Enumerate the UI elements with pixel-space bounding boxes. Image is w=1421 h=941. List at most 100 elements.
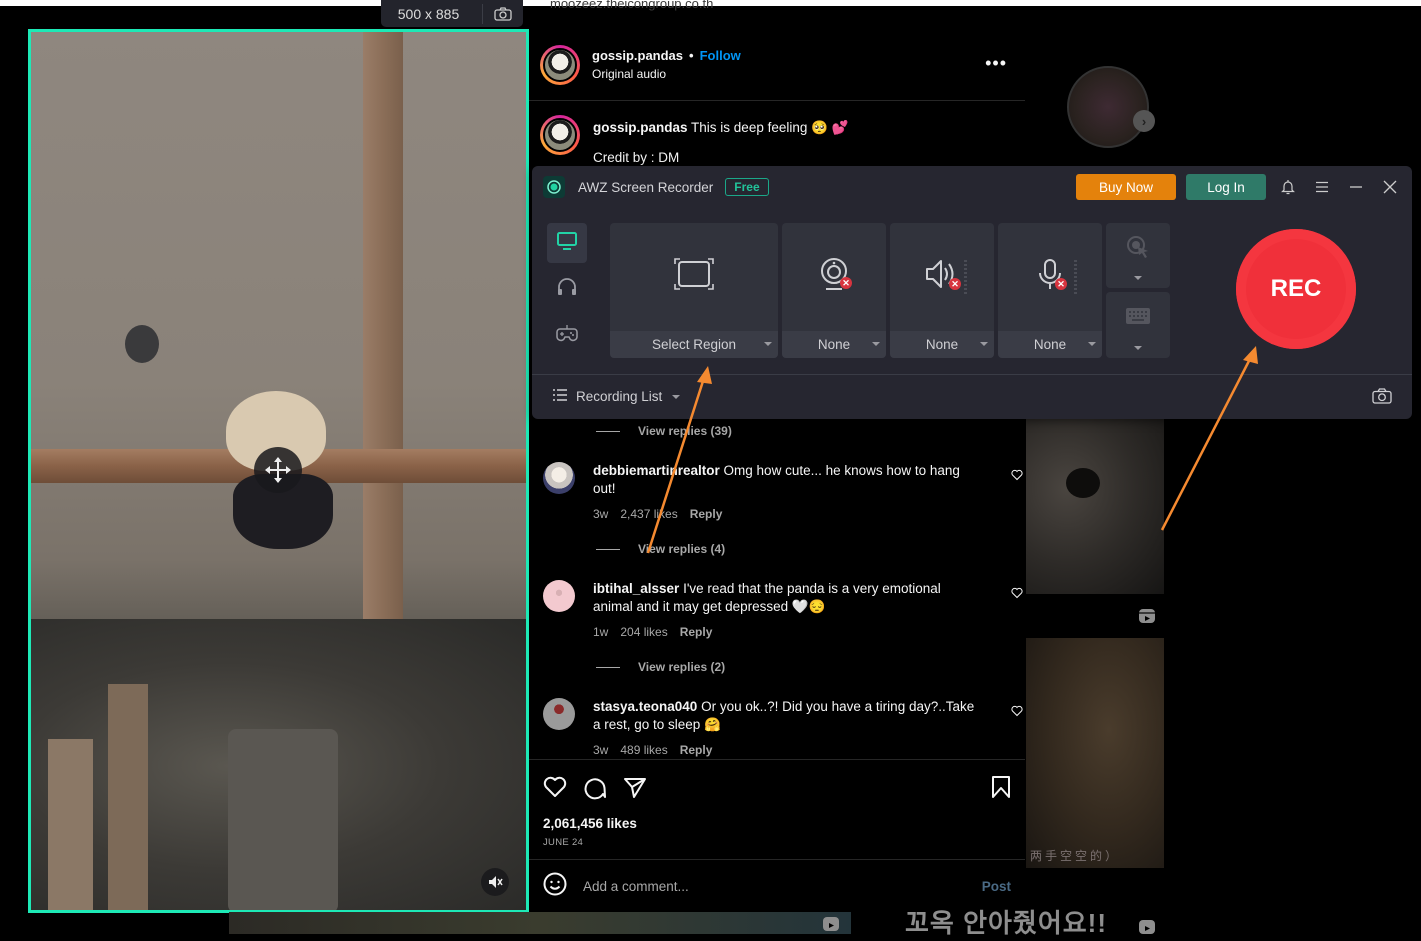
app-title: AWZ Screen Recorder [578, 179, 714, 195]
menu-icon[interactable] [1312, 177, 1332, 197]
region-label: Select Region [651, 337, 737, 352]
comment-age[interactable]: 1w [593, 623, 608, 641]
chevron-down-icon [764, 342, 772, 346]
log-in-button[interactable]: Log In [1186, 174, 1266, 200]
post-username[interactable]: gossip.pandas [592, 48, 683, 63]
reel-thumbnail[interactable] [1026, 418, 1164, 594]
recorder-window: AWZ Screen Recorder Free Buy Now Log In [532, 166, 1412, 419]
reel-thumbnail[interactable]: 两手空空的） [1026, 638, 1164, 868]
microphone-label: None [1033, 337, 1067, 352]
more-options-icon[interactable]: ••• [985, 53, 1007, 74]
like-comment-heart-icon[interactable] [1011, 462, 1023, 523]
video-stump [228, 729, 338, 913]
muted-speaker-icon[interactable] [481, 868, 509, 896]
video-fence [48, 739, 93, 913]
reply-button[interactable]: Reply [680, 741, 713, 759]
avatar[interactable] [540, 115, 580, 155]
chevron-right-icon[interactable]: › [1133, 110, 1155, 132]
rec-button[interactable]: REC [1236, 229, 1356, 349]
separator-dot: • [689, 48, 694, 63]
like-heart-icon[interactable] [543, 776, 567, 805]
avatar[interactable] [540, 44, 580, 85]
reel-thumbnail-row[interactable] [229, 912, 851, 934]
speaker-icon: ✕ [925, 258, 961, 295]
chevron-down-icon [672, 394, 681, 399]
region-dropdown[interactable]: Select Region [610, 331, 778, 358]
close-icon[interactable] [1380, 177, 1400, 197]
buy-now-button[interactable]: Buy Now [1076, 174, 1176, 200]
view-replies-button[interactable]: View replies (39) [596, 424, 732, 438]
thumbnail-caption: 两手空空的） [1030, 849, 1121, 863]
story-thumbnail[interactable] [1067, 66, 1149, 148]
comment-likes[interactable]: 2,437 likes [620, 505, 677, 523]
capture-dimensions-bar: 500 x 885 [381, 0, 523, 27]
post-date[interactable]: JUNE 24 [543, 837, 583, 848]
camera-icon[interactable] [483, 6, 523, 21]
reel-icon [822, 915, 840, 938]
system-audio-dropdown[interactable]: None [890, 331, 994, 358]
post-comment-button[interactable]: Post [982, 879, 1011, 894]
webcam-dropdown[interactable]: None [782, 331, 886, 358]
minimize-icon[interactable] [1346, 177, 1366, 197]
microphone-icon: ✕ [1037, 258, 1067, 295]
chevron-down-icon [1088, 342, 1096, 346]
add-comment-input[interactable] [583, 879, 982, 894]
post-header: gossip.pandas • Follow Original audio ••… [529, 29, 1025, 101]
chevron-down-icon[interactable] [1134, 276, 1142, 280]
avatar[interactable] [543, 698, 575, 730]
avatar[interactable] [543, 580, 575, 612]
avatar[interactable] [543, 462, 575, 494]
select-region-card[interactable]: Select Region [610, 223, 778, 358]
bell-icon[interactable] [1278, 177, 1298, 197]
caption-username[interactable]: gossip.pandas [593, 120, 688, 135]
system-audio-card[interactable]: ✕ None [890, 223, 994, 358]
view-replies-label: View replies (2) [638, 660, 726, 674]
microphone-dropdown[interactable]: None [998, 331, 1102, 358]
like-comment-heart-icon[interactable] [1011, 698, 1023, 759]
comment-bubble-icon[interactable] [583, 776, 607, 805]
view-replies-button[interactable]: View replies (4) [596, 542, 725, 556]
bookmark-icon[interactable] [991, 776, 1011, 803]
cursor-effect-button[interactable] [1106, 223, 1170, 288]
audio-label[interactable]: Original audio [592, 67, 741, 81]
reply-button[interactable]: Reply [680, 623, 713, 641]
divider [532, 374, 1412, 375]
reply-button[interactable]: Reply [690, 505, 723, 523]
disabled-x-icon: ✕ [949, 278, 961, 290]
follow-button[interactable]: Follow [700, 48, 741, 63]
comment-item: stasya.teona040 Or you ok..?! Did you ha… [543, 698, 1023, 759]
webcam-card[interactable]: ✕ None [782, 223, 886, 358]
mode-audio[interactable] [547, 269, 587, 309]
comment-username[interactable]: ibtihal_alsser [593, 581, 679, 596]
keystroke-button[interactable] [1106, 292, 1170, 358]
comment-age[interactable]: 3w [593, 505, 608, 523]
view-replies-button[interactable]: View replies (2) [596, 660, 725, 674]
webcam-icon: ✕ [818, 257, 852, 296]
comment-likes[interactable]: 204 likes [620, 623, 667, 641]
mode-sidebar [547, 223, 587, 361]
recording-list-label: Recording List [576, 389, 663, 404]
likes-count[interactable]: 2,061,456 likes [543, 816, 637, 831]
thumbnail-text: 꼬옥 안아줬어요!! [905, 908, 1107, 938]
share-paper-plane-icon[interactable] [623, 776, 647, 805]
recording-list-button[interactable]: Recording List [552, 388, 681, 405]
comment-age[interactable]: 3w [593, 741, 608, 759]
keyboard-icon [1126, 308, 1150, 329]
mode-game[interactable] [547, 315, 587, 355]
disabled-x-icon: ✕ [840, 277, 852, 289]
comment-username[interactable]: debbiemartinrealtor [593, 463, 720, 478]
post-panel: gossip.pandas • Follow Original audio ••… [529, 29, 1025, 913]
chevron-down-icon[interactable] [1134, 346, 1142, 350]
screenshot-camera-icon[interactable] [1372, 388, 1392, 409]
like-comment-heart-icon[interactable] [1011, 580, 1023, 641]
comment-likes[interactable]: 489 likes [620, 741, 667, 759]
video-lamp [125, 325, 159, 363]
view-replies-label: View replies (39) [638, 424, 732, 438]
comment-username[interactable]: stasya.teona040 [593, 699, 697, 714]
microphone-card[interactable]: ✕ None [998, 223, 1102, 358]
mode-screen[interactable] [547, 223, 587, 263]
system-audio-label: None [925, 337, 959, 352]
emoji-smiley-icon[interactable] [543, 872, 567, 901]
move-arrows-icon[interactable] [254, 447, 302, 493]
app-logo-icon [543, 176, 565, 198]
